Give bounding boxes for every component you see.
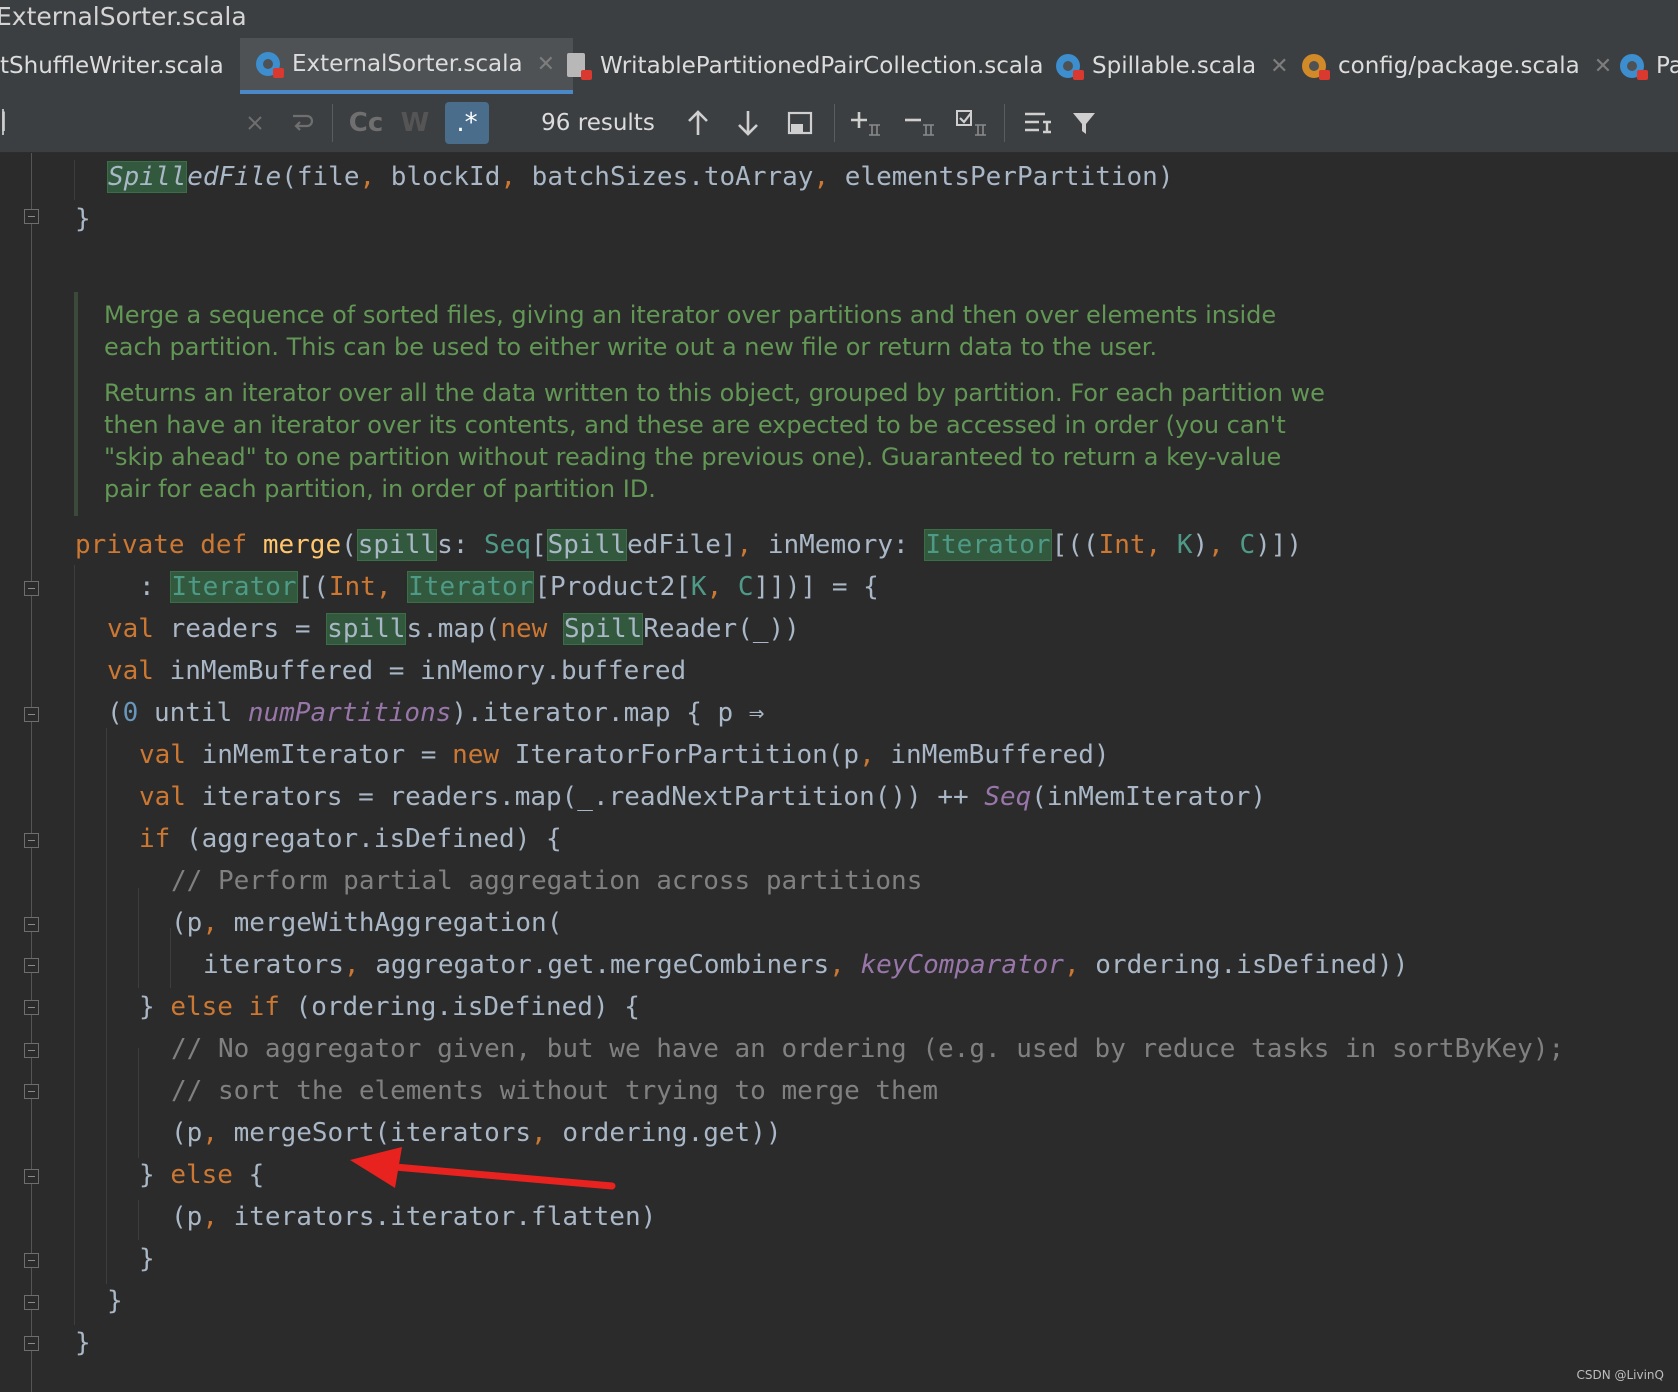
annotation-arrow [350,1147,616,1190]
watermark: CSDN @LivinQ [1576,1368,1664,1382]
